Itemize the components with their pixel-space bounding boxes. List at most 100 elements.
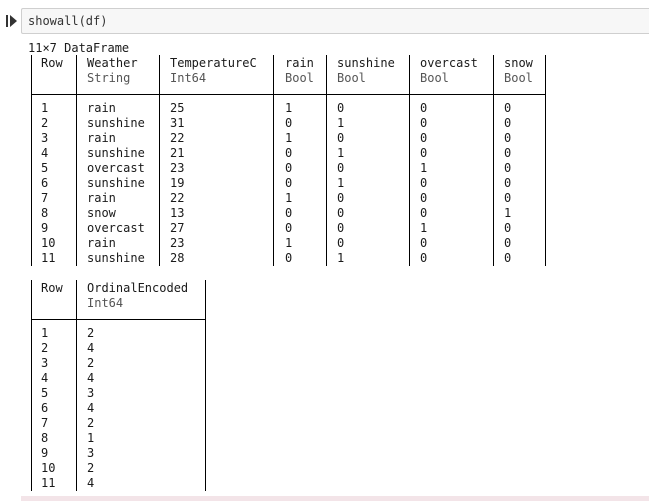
table-cell: 0 xyxy=(504,251,512,265)
table-cell: 13 xyxy=(170,206,185,220)
table-cell: 1 xyxy=(87,431,95,445)
table-cell: 0 xyxy=(337,161,345,175)
table-cell: 0 xyxy=(337,236,345,250)
cell-output: 11×7 DataFrame Row Weather String Temperatu… xyxy=(28,0,649,501)
table-cell: 3 xyxy=(87,446,95,460)
table-cell: sunshine xyxy=(87,116,145,130)
column-header-type: Bool xyxy=(420,71,449,85)
table-cell: 0 xyxy=(504,146,512,160)
header-separator xyxy=(31,319,206,320)
column-header-type: Bool xyxy=(285,71,314,85)
table-cell: sunshine xyxy=(87,146,145,160)
table-cell: rain xyxy=(87,131,116,145)
table-cell: 1 xyxy=(337,176,345,190)
table-cell: 0 xyxy=(504,221,512,235)
table-cell: 7 xyxy=(41,416,49,430)
table-cell: 0 xyxy=(420,251,428,265)
dataframe-caption: 11×7 DataFrame xyxy=(28,41,130,55)
table-cell: 1 xyxy=(285,131,293,145)
table-cell: 0 xyxy=(420,131,428,145)
table-cell: 0 xyxy=(420,101,428,115)
header-separator xyxy=(31,94,546,95)
table-cell: 23 xyxy=(170,161,185,175)
table-cell: 0 xyxy=(420,191,428,205)
table-cell: 1 xyxy=(420,221,428,235)
column-separator xyxy=(76,55,77,266)
table-cell: 11 xyxy=(41,476,56,490)
column-separator xyxy=(409,55,410,266)
table-cell: 4 xyxy=(87,401,95,415)
table-cell: 8 xyxy=(41,431,49,445)
column-header-type: Bool xyxy=(504,71,533,85)
table-cell: overcast xyxy=(87,161,145,175)
table-cell: 2 xyxy=(87,326,95,340)
table-cell: rain xyxy=(87,191,116,205)
column-separator xyxy=(273,55,274,266)
table-cell: 5 xyxy=(41,161,49,175)
table-cell: rain xyxy=(87,236,116,250)
table-cell: 7 xyxy=(41,191,49,205)
table-cell: 1 xyxy=(337,116,345,130)
column-header-type: Int64 xyxy=(170,71,207,85)
column-header-name: sunshine xyxy=(337,56,395,70)
table-cell: sunshine xyxy=(87,176,145,190)
column-header-name: Weather xyxy=(87,56,138,70)
table-cell: 4 xyxy=(87,371,95,385)
table-cell: 0 xyxy=(285,161,293,175)
column-header-name: rain xyxy=(285,56,314,70)
table-cell: 0 xyxy=(337,101,345,115)
column-separator xyxy=(31,280,32,491)
column-header-name: Row xyxy=(41,281,63,295)
table-cell: rain xyxy=(87,101,116,115)
table-cell: 31 xyxy=(170,116,185,130)
dataframe-table-continued: Row OrdinalEncoded Int64 1 2 2 4 3 2 4 4 5 3 6 4 7 2 8 1 9 3… xyxy=(31,280,206,491)
column-separator xyxy=(205,280,206,491)
table-cell: 9 xyxy=(41,221,49,235)
table-cell: 1 xyxy=(337,251,345,265)
dataframe-table: Row Weather String TemperatureC Int64 rain Boo… xyxy=(31,55,546,266)
column-separator xyxy=(493,55,494,266)
table-cell: 2 xyxy=(87,356,95,370)
table-cell: 4 xyxy=(87,341,95,355)
column-header-type: Bool xyxy=(337,71,366,85)
table-cell: 0 xyxy=(504,101,512,115)
table-cell: 2 xyxy=(87,461,95,475)
table-cell: 4 xyxy=(87,476,95,490)
table-cell: sunshine xyxy=(87,251,145,265)
table-cell: 1 xyxy=(285,101,293,115)
table-cell: 0 xyxy=(504,161,512,175)
table-cell: 28 xyxy=(170,251,185,265)
column-header-type: Int64 xyxy=(87,296,124,310)
column-separator xyxy=(545,55,546,266)
table-cell: 22 xyxy=(170,191,185,205)
next-cell-edge xyxy=(21,496,649,501)
table-cell: 1 xyxy=(41,101,49,115)
table-cell: 0 xyxy=(285,176,293,190)
table-cell: 25 xyxy=(170,101,185,115)
table-cell: 1 xyxy=(420,161,428,175)
table-cell: 0 xyxy=(337,221,345,235)
table-cell: 0 xyxy=(504,176,512,190)
table-cell: 1 xyxy=(504,206,512,220)
table-cell: 0 xyxy=(285,146,293,160)
run-cell-icon[interactable] xyxy=(6,14,18,28)
table-cell: 3 xyxy=(41,356,49,370)
table-cell: 6 xyxy=(41,401,49,415)
table-cell: 19 xyxy=(170,176,185,190)
table-cell: 8 xyxy=(41,206,49,220)
table-cell: 0 xyxy=(420,146,428,160)
table-cell: 21 xyxy=(170,146,185,160)
column-separator xyxy=(31,55,32,266)
column-header-name: snow xyxy=(504,56,533,70)
column-header-name: overcast xyxy=(420,56,478,70)
table-cell: overcast xyxy=(87,221,145,235)
column-separator xyxy=(159,55,160,266)
table-cell: 5 xyxy=(41,386,49,400)
table-cell: 1 xyxy=(337,146,345,160)
table-cell: 2 xyxy=(41,341,49,355)
table-cell: 4 xyxy=(41,146,49,160)
table-cell: 1 xyxy=(285,236,293,250)
column-separator xyxy=(326,55,327,266)
table-cell: 0 xyxy=(420,206,428,220)
column-separator xyxy=(76,280,77,491)
